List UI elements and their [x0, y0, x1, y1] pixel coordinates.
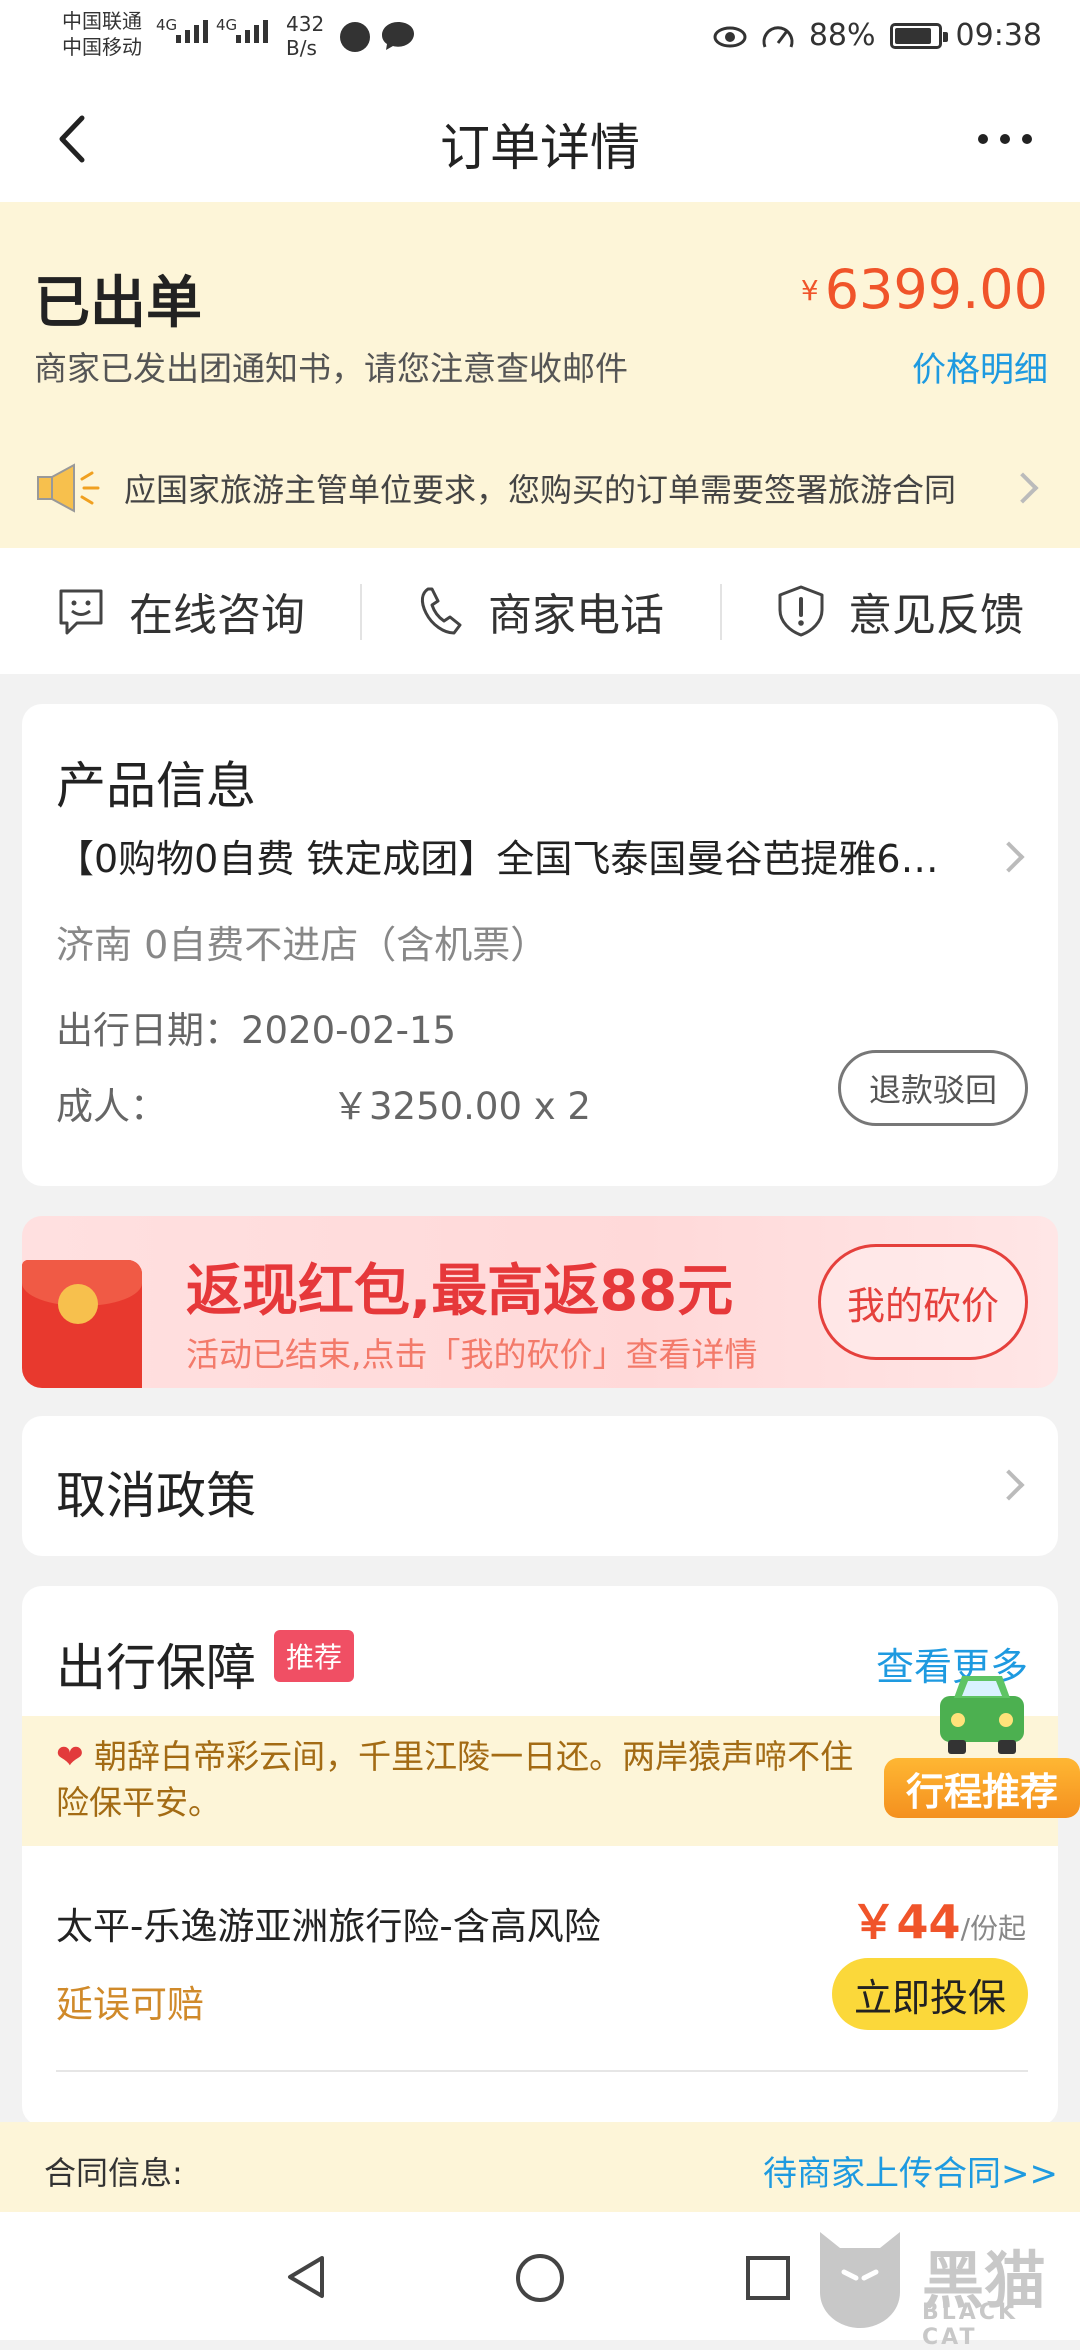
- price-detail-link[interactable]: 价格明细: [912, 342, 1048, 391]
- insurance-price: ￥44/份起: [851, 1886, 1026, 1952]
- total-price-value: 6399.00: [824, 258, 1048, 321]
- contract-bar: 合同信息: 待商家上传合同>>: [0, 2122, 1080, 2212]
- order-status-header: 已出单 商家已发出团通知书，请您注意查收邮件 ¥6399.00 价格明细 应国家…: [0, 202, 1080, 548]
- section-title: 产品信息: [56, 757, 256, 815]
- product-subtitle: 济南 0自费不进店（含机票）: [56, 923, 549, 967]
- battery-percent: 88%: [808, 18, 876, 53]
- nav-back-icon[interactable]: [282, 2252, 332, 2302]
- promo-title: 返现红包,最高返88元: [186, 1259, 734, 1324]
- nav-bar: 订单详情: [0, 76, 1080, 202]
- shield-alert-icon: [778, 585, 824, 637]
- chevron-right-icon: [1007, 472, 1039, 504]
- megaphone-icon: [37, 463, 100, 513]
- section-title: 出行保障: [56, 1639, 256, 1697]
- notice-text: 应国家旅游主管单位要求，您购买的订单需要签署旅游合同: [124, 471, 957, 509]
- buy-insurance-button[interactable]: 立即投保: [832, 1958, 1028, 2030]
- network-type-2: 4G: [216, 16, 238, 34]
- adult-label: 成人：: [56, 1085, 167, 1128]
- travel-date-value: 2020-02-15: [241, 1009, 457, 1052]
- carrier-1: 中国联通: [62, 9, 142, 33]
- adult-price: ￥3250.00 x 2: [332, 1085, 591, 1128]
- chevron-right-icon: [993, 1469, 1025, 1501]
- promo-subtitle: 活动已结束,点击「我的砍价」查看详情: [186, 1335, 758, 1374]
- contract-label: 合同信息:: [44, 2154, 183, 2192]
- action-label: 商家电话: [488, 590, 664, 641]
- network-type-1: 4G: [156, 16, 178, 34]
- total-price: ¥6399.00: [801, 258, 1048, 321]
- divider: [56, 2070, 1028, 2072]
- insurance-price-value: 44: [896, 1895, 961, 1949]
- product-name-link[interactable]: 【0购物0自费 铁定成团】全国飞泰国曼谷芭提雅6日游: [56, 828, 966, 883]
- status-description: 商家已发出团通知书，请您注意查收邮件: [34, 349, 628, 388]
- feedback-button[interactable]: 意见反馈: [720, 548, 1080, 674]
- red-packet-icon: [22, 1260, 142, 1388]
- travel-date: 出行日期：2020-02-15: [56, 1000, 456, 1054]
- travel-date-label: 出行日期：: [56, 1009, 241, 1052]
- trip-recommend-label: 行程推荐: [884, 1758, 1080, 1818]
- speed-icon: [762, 25, 794, 48]
- cashback-banner[interactable]: 返现红包,最高返88元 活动已结束,点击「我的砍价」查看详情 我的砍价: [22, 1216, 1058, 1388]
- order-status: 已出单: [34, 271, 202, 336]
- nav-recents-icon[interactable]: [744, 2254, 792, 2302]
- recommend-badge: 推荐: [274, 1630, 355, 1682]
- insurance-tag: 延误可赔: [56, 1983, 204, 2026]
- net-speed-value: 432: [286, 12, 325, 36]
- page-title: 订单详情: [440, 119, 640, 177]
- product-info-card: 产品信息 【0购物0自费 铁定成团】全国飞泰国曼谷芭提雅6日游 济南 0自费不进…: [22, 704, 1058, 1186]
- poem-line-1: 朝辞白帝彩云间，千里江陵一日还。两岸猿声啼不住: [94, 1737, 854, 1776]
- notice-bar[interactable]: 应国家旅游主管单位要求，您购买的订单需要签署旅游合同: [36, 458, 1048, 518]
- clock: 09:38: [955, 18, 1042, 53]
- cancel-policy-row[interactable]: 取消政策: [22, 1416, 1058, 1556]
- poem-line-2: 险保平安。: [56, 1783, 221, 1822]
- trip-recommend-float[interactable]: 行程推荐: [884, 1668, 1080, 1820]
- battery-icon: [889, 22, 948, 49]
- message-icon: [382, 22, 414, 50]
- net-speed: 432 B/s: [286, 12, 324, 60]
- action-label: 意见反馈: [848, 590, 1024, 641]
- chat-icon: [59, 589, 103, 635]
- net-speed-unit: B/s: [286, 36, 317, 60]
- signal-icon: [236, 20, 268, 43]
- contract-status-link[interactable]: 待商家上传合同>>: [763, 2146, 1058, 2195]
- travel-insurance-card: 出行保障 推荐 查看更多 ❤ 朝辞白帝彩云间，千里江陵一日还。两岸猿声啼不住 险…: [22, 1586, 1058, 2126]
- status-right: 88% 09:38: [713, 18, 1042, 53]
- carrier-info: 中国联通 中国移动: [62, 8, 142, 60]
- heart-icon: ❤: [56, 1737, 84, 1776]
- carrier-2: 中国移动: [62, 35, 142, 59]
- more-icon[interactable]: [978, 134, 1032, 144]
- signal-icon: [176, 20, 208, 43]
- watermark-subtext: BLACK CAT: [922, 2300, 1019, 2350]
- nav-home-icon[interactable]: [514, 2252, 566, 2304]
- currency-symbol: ¥: [800, 274, 819, 307]
- my-bargain-button[interactable]: 我的砍价: [818, 1244, 1028, 1360]
- phone-icon: [420, 587, 462, 635]
- car-icon: [940, 1676, 1024, 1754]
- action-label: 在线咨询: [129, 590, 305, 641]
- online-consult-button[interactable]: 在线咨询: [0, 548, 360, 674]
- chevron-right-icon: [993, 841, 1025, 873]
- battery-fill: [894, 27, 932, 44]
- merchant-phone-button[interactable]: 商家电话: [360, 548, 720, 674]
- eye-comfort-icon: [713, 26, 747, 47]
- insurance-price-symbol: ￥: [850, 1895, 897, 1949]
- action-bar: 在线咨询 商家电话 意见反馈: [0, 548, 1080, 674]
- cat-logo-icon: [820, 2232, 900, 2328]
- app-notification-icon: [340, 22, 370, 52]
- insurance-product-name[interactable]: 太平-乐逸游亚洲旅行险-含高风险: [56, 1896, 601, 1950]
- refund-rejected-button[interactable]: 退款驳回: [838, 1050, 1028, 1126]
- insurance-price-unit: /份起: [960, 1912, 1026, 1945]
- status-bar: 中国联通 中国移动 4G 4G 432 B/s 88% 09:38: [0, 0, 1080, 76]
- black-cat-watermark: 黑猫 BLACK CAT: [810, 2222, 1070, 2350]
- cancel-policy-title: 取消政策: [56, 1467, 256, 1525]
